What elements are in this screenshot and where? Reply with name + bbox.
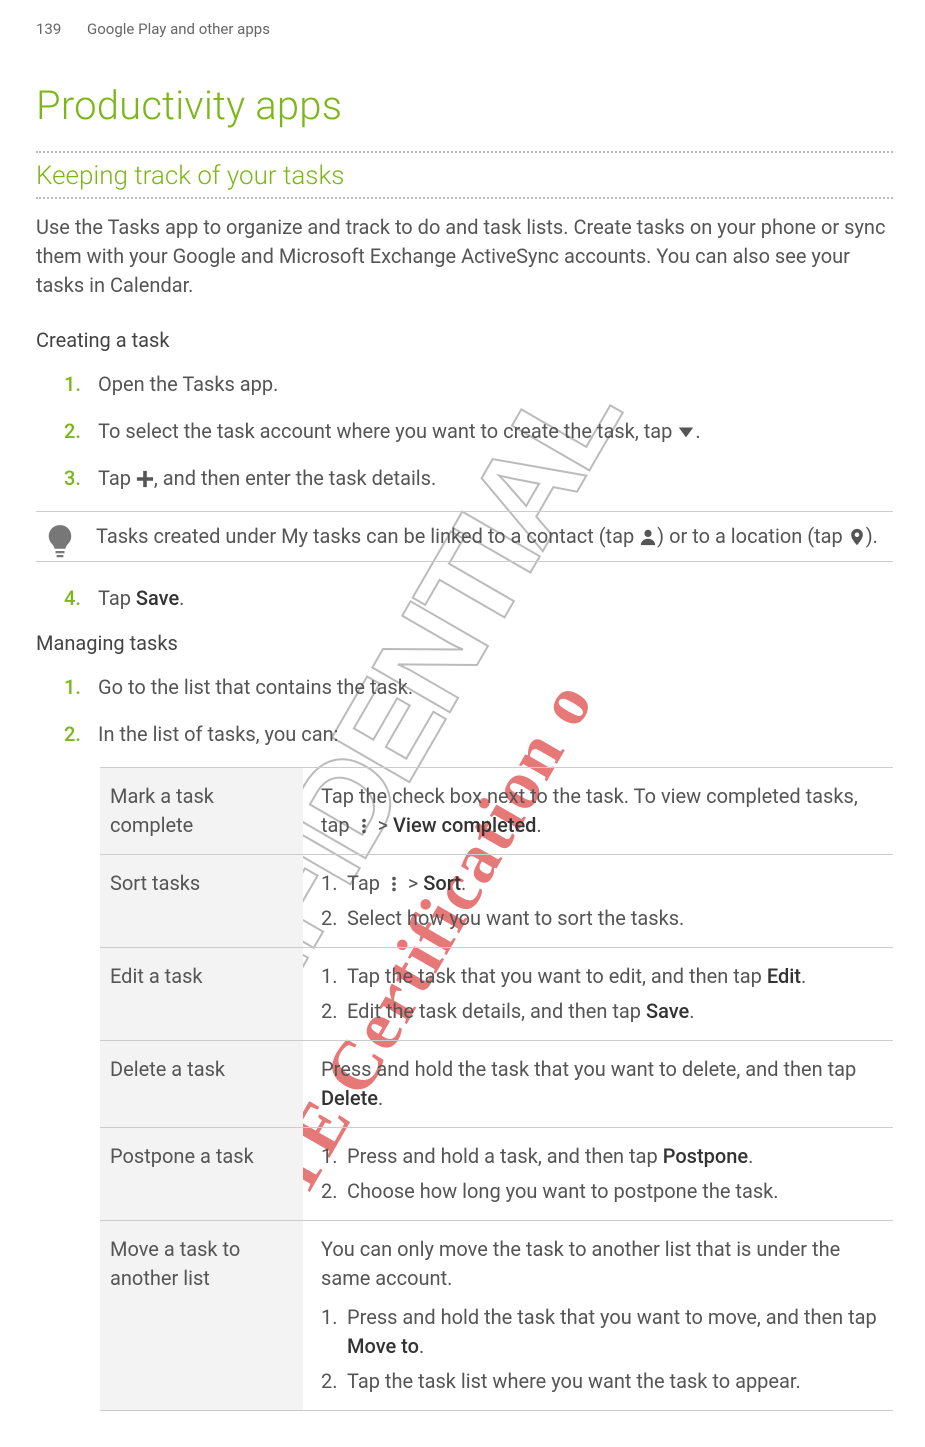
action-name: Edit a task xyxy=(100,948,303,1041)
step-4: 4. Tap Save. xyxy=(64,584,893,613)
ui-word: Edit xyxy=(767,964,801,988)
text: You can only move the task to another li… xyxy=(321,1235,885,1293)
step-2: 2. To select the task account where you … xyxy=(64,417,893,446)
managing-tasks-steps: 1.Go to the list that contains the task.… xyxy=(64,673,893,749)
ui-word: Save xyxy=(646,999,689,1023)
intro-paragraph: Use the Tasks app to organize and track … xyxy=(36,213,893,300)
page-header: 139 Google Play and other apps xyxy=(36,20,893,38)
step-text: To select the task account where you wan… xyxy=(98,419,677,443)
ui-word-save: Save xyxy=(136,586,179,610)
section-name: Google Play and other apps xyxy=(87,20,270,38)
text: Tap the task list where you want the tas… xyxy=(347,1369,801,1393)
action-name: Move a task to another list xyxy=(100,1221,303,1411)
text: . xyxy=(689,999,694,1023)
overflow-menu-icon xyxy=(355,817,373,835)
table-row: Delete a task Press and hold the task th… xyxy=(100,1041,893,1128)
action-desc: 1. Tap the task that you want to edit, a… xyxy=(303,948,893,1041)
action-desc: 1. Tap > Sort. 2.Select how you want to … xyxy=(303,855,893,948)
step-text: . xyxy=(695,419,700,443)
text: . xyxy=(378,1086,383,1110)
ui-word: Move to xyxy=(347,1334,419,1358)
overflow-menu-icon xyxy=(385,875,403,893)
substep: 1. Press and hold the task that you want… xyxy=(321,1303,885,1361)
text: Tap xyxy=(347,871,385,895)
page-number: 139 xyxy=(36,20,61,38)
action-name: Mark a task complete xyxy=(100,768,303,855)
table-row: Mark a task complete Tap the check box n… xyxy=(100,768,893,855)
dropdown-triangle-icon xyxy=(677,423,695,441)
page-title: Productivity apps xyxy=(36,82,893,129)
page-content: 139 Google Play and other apps Productiv… xyxy=(0,0,925,1447)
substep: 2.Select how you want to sort the tasks. xyxy=(321,904,885,933)
table-row: Edit a task 1. Tap the task that you wan… xyxy=(100,948,893,1041)
action-name: Delete a task xyxy=(100,1041,303,1128)
substep: 2.Tap the task list where you want the t… xyxy=(321,1367,885,1396)
step-text: Go to the list that contains the task. xyxy=(98,675,413,699)
step-text: In the list of tasks, you can: xyxy=(98,722,339,746)
text: Tap the task that you want to edit, and … xyxy=(347,964,767,988)
tip-text: ) or to a location (tap xyxy=(657,524,848,548)
text: Press and hold a task, and then tap xyxy=(347,1144,663,1168)
substep: 2.Choose how long you want to postpone t… xyxy=(321,1177,885,1206)
substep: 1. Press and hold a task, and then tap P… xyxy=(321,1142,885,1171)
table-row: Postpone a task 1. Press and hold a task… xyxy=(100,1128,893,1221)
text: Press and hold the task that you want to… xyxy=(347,1305,877,1329)
lightbulb-icon xyxy=(46,524,74,560)
action-desc: Tap the check box next to the task. To v… xyxy=(303,768,893,855)
ui-word: Sort xyxy=(423,871,461,895)
action-desc: Press and hold the task that you want to… xyxy=(303,1041,893,1128)
text: . xyxy=(419,1334,424,1358)
text: > xyxy=(403,871,423,895)
tip-box: Tasks created under My tasks can be link… xyxy=(36,511,893,562)
action-desc: You can only move the task to another li… xyxy=(303,1221,893,1411)
text: . xyxy=(801,964,806,988)
creating-task-heading: Creating a task xyxy=(36,328,893,352)
action-desc: 1. Press and hold a task, and then tap P… xyxy=(303,1128,893,1221)
text: Edit the task details, and then tap xyxy=(347,999,646,1023)
table-row: Move a task to another list You can only… xyxy=(100,1221,893,1411)
text: Select how you want to sort the tasks. xyxy=(347,906,684,930)
text: Press and hold the task that you want to… xyxy=(321,1057,856,1081)
action-name: Postpone a task xyxy=(100,1128,303,1221)
managing-tasks-heading: Managing tasks xyxy=(36,631,893,655)
contact-icon xyxy=(639,528,657,546)
text: Choose how long you want to postpone the… xyxy=(347,1179,779,1203)
tip-text: Tasks created under My tasks can be link… xyxy=(96,524,639,548)
action-name: Sort tasks xyxy=(100,855,303,948)
ui-word: Postpone xyxy=(663,1144,748,1168)
step-text: , and then enter the task details. xyxy=(154,466,436,490)
step-3: 3. Tap , and then enter the task details… xyxy=(64,464,893,493)
creating-task-steps-cont: 4. Tap Save. xyxy=(64,584,893,613)
step-text: Open the Tasks app. xyxy=(98,372,278,396)
text: . xyxy=(536,813,541,837)
substep: 1. Tap > Sort. xyxy=(321,869,885,898)
actions-table: Mark a task complete Tap the check box n… xyxy=(100,767,893,1411)
step-1: 1.Go to the list that contains the task. xyxy=(64,673,893,702)
location-pin-icon xyxy=(848,528,866,546)
creating-task-steps: 1.Open the Tasks app. 2. To select the t… xyxy=(64,370,893,493)
section-title: Keeping track of your tasks xyxy=(36,161,893,191)
plus-icon xyxy=(136,470,154,488)
tip-text: ). xyxy=(866,524,878,548)
step-text: . xyxy=(179,586,184,610)
divider xyxy=(36,151,893,153)
text: > xyxy=(373,813,393,837)
step-text: Tap xyxy=(98,466,136,490)
step-text: Tap xyxy=(98,586,136,610)
step-1: 1.Open the Tasks app. xyxy=(64,370,893,399)
text: . xyxy=(461,871,466,895)
text: . xyxy=(748,1144,753,1168)
step-2: 2.In the list of tasks, you can: xyxy=(64,720,893,749)
ui-word: Delete xyxy=(321,1086,378,1110)
table-row: Sort tasks 1. Tap > Sort. 2.Select how y… xyxy=(100,855,893,948)
substep: 2. Edit the task details, and then tap S… xyxy=(321,997,885,1026)
substep: 1. Tap the task that you want to edit, a… xyxy=(321,962,885,991)
ui-word: View completed xyxy=(393,813,536,837)
divider xyxy=(36,197,893,199)
